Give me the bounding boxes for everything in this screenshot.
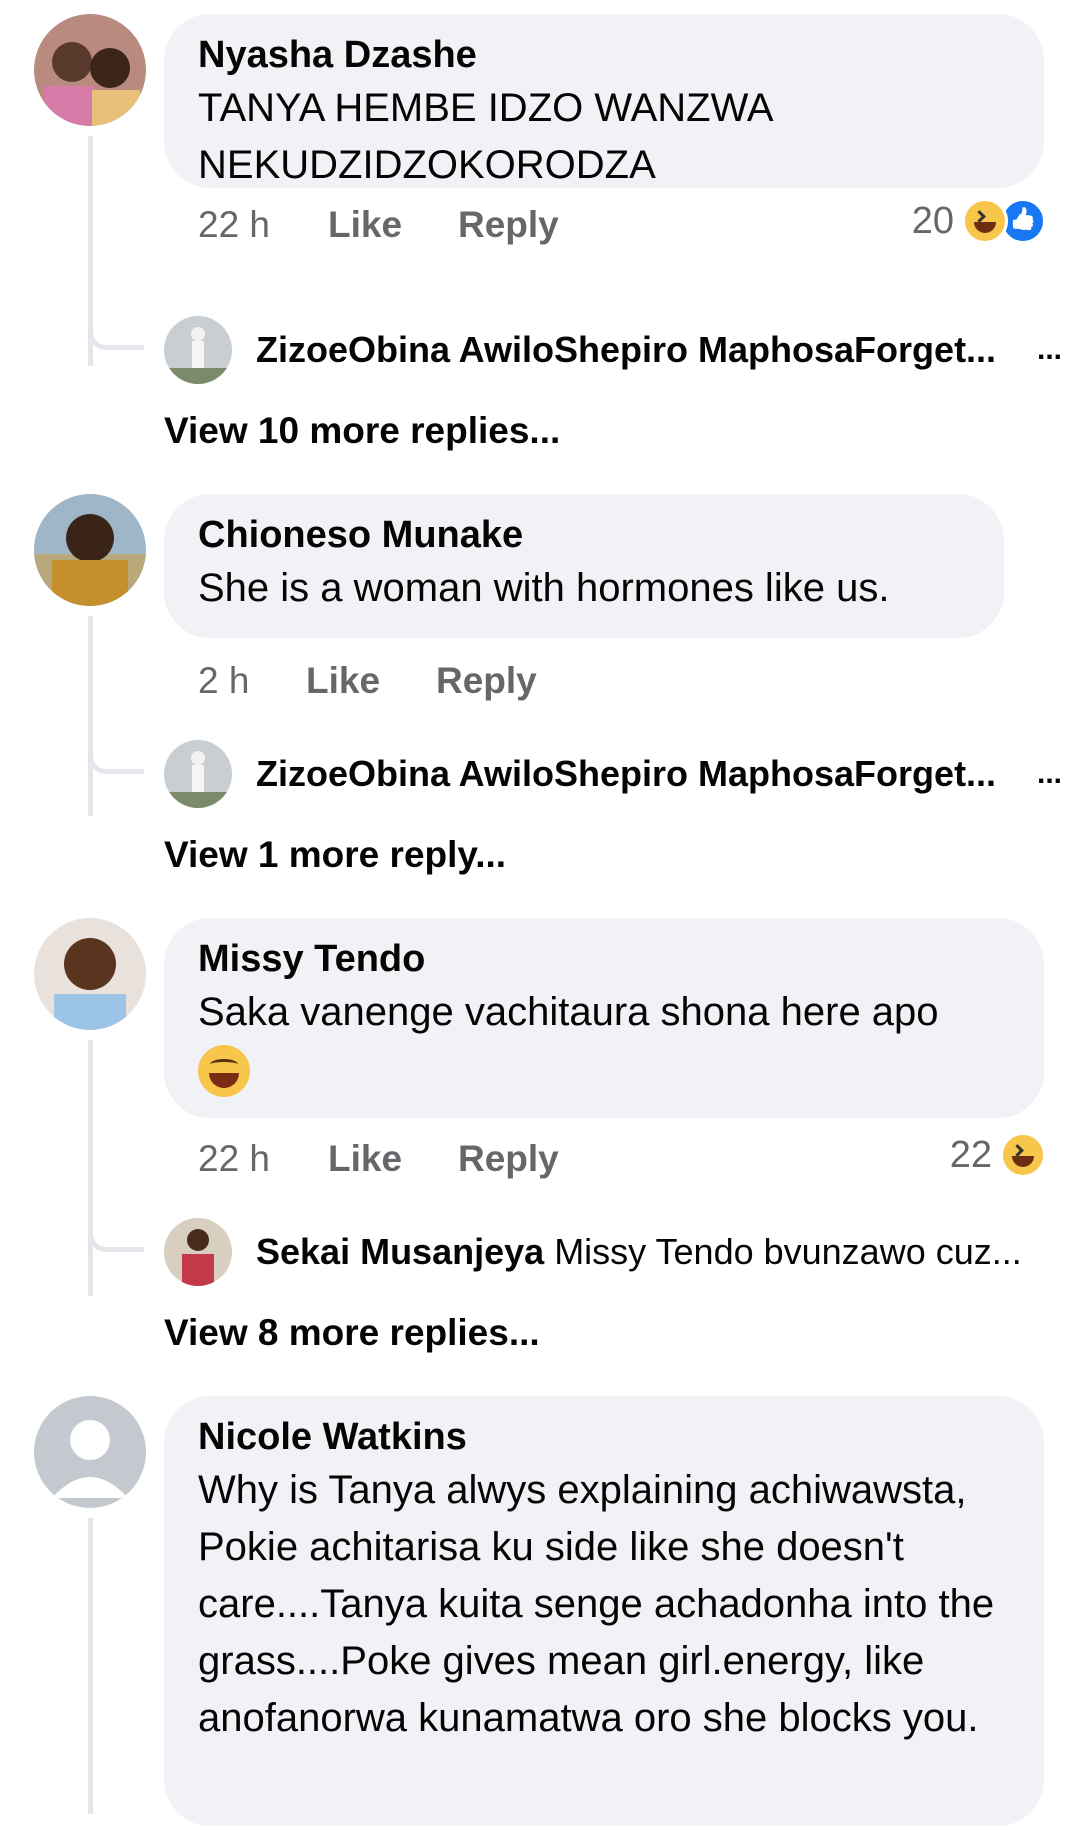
comment-timestamp[interactable]: 22 h — [198, 204, 328, 246]
comment-text: Why is Tanya alwys explaining achiwawsta… — [198, 1468, 995, 1740]
view-more-replies[interactable]: View 10 more replies... — [164, 406, 560, 456]
reply-preview[interactable]: ZizoeObina AwiloShepiro MaphosaForget...… — [164, 315, 1062, 385]
comment-text-body: Saka vanenge vachitaura shona here apo — [198, 990, 939, 1034]
comment-bubble[interactable]: Nicole Watkins Why is Tanya alwys explai… — [164, 1396, 1044, 1826]
thread-branch — [88, 330, 144, 350]
comment-timestamp[interactable]: 22 h — [198, 1138, 328, 1180]
reply-snippet: Missy Tendo bvunzawo cuz... — [554, 1231, 1022, 1272]
thread-branch — [88, 1232, 144, 1252]
reply-button[interactable]: Reply — [458, 1138, 588, 1180]
comment-bubble[interactable]: Missy Tendo Saka vanenge vachitaura shon… — [164, 918, 1044, 1118]
avatar-nyasha-dzashe[interactable] — [34, 14, 146, 126]
comment-author[interactable]: Chioneso Munake — [198, 510, 970, 560]
thread-line — [88, 616, 93, 816]
comment-bubble[interactable]: Chioneso Munake She is a woman with horm… — [164, 494, 1004, 638]
thread-line — [88, 1040, 93, 1296]
reply-author[interactable]: ZizoeObina AwiloShepiro MaphosaForget... — [256, 329, 996, 370]
comment-actions: 2 h Like Reply — [198, 656, 566, 706]
haha-icon — [1000, 1132, 1046, 1178]
comment-timestamp[interactable]: 2 h — [198, 660, 306, 702]
laughing-crying-emoji-icon — [198, 1045, 250, 1098]
more-options-icon[interactable]: ... — [1037, 333, 1062, 367]
like-button[interactable]: Like — [328, 204, 458, 246]
reply-button[interactable]: Reply — [436, 660, 566, 702]
avatar-chioneso-munake[interactable] — [34, 494, 146, 606]
reply-preview[interactable]: ZizoeObina AwiloShepiro MaphosaForget...… — [164, 739, 1062, 809]
reply-avatar[interactable] — [164, 740, 232, 808]
reply-avatar[interactable] — [164, 1218, 232, 1286]
comment-bubble[interactable]: Nyasha Dzashe TANYA HEMBE IDZO WANZWA NE… — [164, 14, 1044, 188]
reply-preview-text: ZizoeObina AwiloShepiro MaphosaForget... — [256, 753, 1019, 795]
reaction-summary[interactable]: 20 — [912, 196, 1046, 246]
reply-preview-text: Sekai Musanjeya Missy Tendo bvunzawo cuz… — [256, 1231, 1062, 1273]
comment-author[interactable]: Nyasha Dzashe — [198, 30, 1010, 80]
reply-preview-text: ZizoeObina AwiloShepiro MaphosaForget... — [256, 329, 1019, 371]
reaction-count: 22 — [949, 1133, 992, 1176]
reaction-count: 20 — [911, 199, 954, 242]
thread-line — [88, 1518, 93, 1814]
comment-actions: 22 h Like Reply — [198, 1134, 588, 1184]
comment-text: She is a woman with hormones like us. — [198, 566, 890, 610]
reply-button[interactable]: Reply — [458, 204, 588, 246]
thread-branch — [88, 754, 144, 774]
view-more-replies[interactable]: View 8 more replies... — [164, 1308, 540, 1358]
view-more-replies[interactable]: View 1 more reply... — [164, 830, 506, 880]
reply-author[interactable]: Sekai Musanjeya — [256, 1231, 544, 1272]
comment-author[interactable]: Missy Tendo — [198, 934, 1010, 984]
avatar-missy-tendo[interactable] — [34, 918, 146, 1030]
reply-preview[interactable]: Sekai Musanjeya Missy Tendo bvunzawo cuz… — [164, 1217, 1062, 1287]
reply-avatar[interactable] — [164, 316, 232, 384]
comment-text: Saka vanenge vachitaura shona here apo — [198, 984, 1010, 1098]
more-options-icon[interactable]: ... — [1037, 757, 1062, 791]
like-button[interactable]: Like — [306, 660, 436, 702]
reaction-summary[interactable]: 22 — [950, 1130, 1046, 1180]
comment-actions: 22 h Like Reply — [198, 200, 588, 250]
reply-author[interactable]: ZizoeObina AwiloShepiro MaphosaForget... — [256, 753, 996, 794]
comment-author[interactable]: Nicole Watkins — [198, 1412, 1010, 1462]
comment-text: TANYA HEMBE IDZO WANZWA NEKUDZIDZOKORODZ… — [198, 86, 772, 187]
like-button[interactable]: Like — [328, 1138, 458, 1180]
haha-icon — [962, 198, 1008, 244]
avatar-nicole-watkins[interactable] — [34, 1396, 146, 1508]
